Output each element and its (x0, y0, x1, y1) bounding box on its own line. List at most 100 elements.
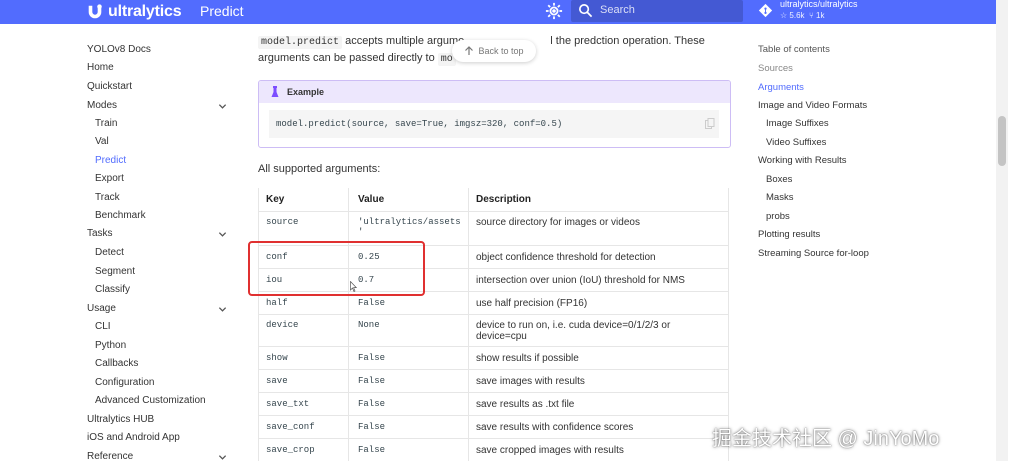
example-code: model.predict(source, save=True, imgsz=3… (276, 119, 563, 129)
intro-code-predict: model.predict (258, 36, 343, 49)
nav-item-export[interactable]: Export (95, 173, 124, 184)
top-header: ultralytics Predict Search ultralytics/u… (0, 0, 996, 24)
mouse-cursor-icon (350, 281, 357, 292)
table-cell-value: None (358, 320, 380, 330)
logo[interactable]: ultralytics (86, 0, 182, 24)
table-cell-description: object confidence threshold for detectio… (476, 252, 656, 263)
nav-item-track[interactable]: Track (95, 192, 120, 203)
nav-item-python[interactable]: Python (95, 340, 126, 351)
toc-item-masks[interactable]: Masks (766, 192, 793, 203)
search-input[interactable]: Search (571, 0, 743, 22)
repo-forks: 1k (816, 11, 825, 20)
nav-item-configuration[interactable]: Configuration (95, 377, 154, 388)
table-cell-description: device to run on, i.e. cuda device=0/1/2… (476, 320, 671, 342)
toc-item-plotting-results[interactable]: Plotting results (758, 229, 820, 240)
table-cell-value: False (358, 445, 386, 455)
table-row: save False save images with results (258, 369, 729, 393)
table-row: device None device to run on, i.e. cuda de… (258, 314, 729, 347)
nav-item-train[interactable]: Train (95, 118, 117, 129)
table-cell-key: device (266, 320, 299, 330)
table-cell-key: half (266, 298, 288, 308)
intro-text-2: arguments can be passed directly to (258, 52, 438, 64)
nav-item-yolov8-docs[interactable]: YOLOv8 Docs (87, 44, 151, 55)
nav-item-usage[interactable]: Usage (87, 303, 116, 314)
page-scrollbar-thumb[interactable] (998, 116, 1006, 166)
repo-name: ultralytics/ultralytics (780, 0, 858, 9)
nav-item-cli[interactable]: CLI (95, 321, 111, 332)
table-header-description: Description (476, 194, 532, 205)
nav-item-home[interactable]: Home (87, 62, 114, 73)
example-title: Example (287, 87, 325, 97)
table-cell-value: False (358, 422, 386, 432)
nav-item-val[interactable]: Val (95, 136, 109, 147)
arguments-table: Key Value Description source 'ultralytics/as… (258, 188, 729, 461)
nav-item-quickstart[interactable]: Quickstart (87, 81, 132, 92)
theme-toggle-icon[interactable] (545, 2, 563, 20)
nav-item-modes[interactable]: Modes (87, 100, 117, 111)
toc-item-arguments[interactable]: Arguments (758, 82, 804, 93)
nav-item-detect[interactable]: Detect (95, 247, 124, 258)
annotation-highlight-box (248, 241, 425, 296)
page-scrollbar-track[interactable] (996, 0, 1008, 461)
nav-item-benchmark[interactable]: Benchmark (95, 210, 146, 221)
copy-icon[interactable] (705, 118, 715, 129)
toc-item-video-suffixes[interactable]: Video Suffixes (766, 137, 826, 148)
toc-item-image-suffixes[interactable]: Image Suffixes (766, 118, 829, 129)
repo-stats: ☆ 5.6k ⑂ 1k (780, 11, 824, 20)
table-cell-description: show results if possible (476, 353, 579, 364)
intro-text-1: accepts multiple argume (342, 35, 465, 47)
table-cell-value: 'ultralytics/assets ' (358, 217, 461, 237)
table-header-value: Value (358, 194, 385, 205)
search-icon (579, 4, 593, 18)
table-cell-value: False (358, 353, 386, 363)
nav-item-reference[interactable]: Reference (87, 451, 133, 462)
example-header[interactable]: Example (259, 81, 730, 103)
intro-text-1b: l the predction operation. These (550, 35, 705, 47)
toc-item-streaming-source-for-loop[interactable]: Streaming Source for-loop (758, 248, 869, 259)
toc-item-probs[interactable]: probs (766, 211, 790, 222)
table-cell-value: False (358, 298, 386, 308)
table-row: save_crop False save cropped images with r… (258, 438, 729, 462)
nav-item-callbacks[interactable]: Callbacks (95, 358, 138, 369)
toc-item-boxes[interactable]: Boxes (766, 174, 792, 185)
table-row: save_conf False save results with confiden… (258, 415, 729, 439)
toc-title: Table of contents (758, 44, 830, 55)
example-admonition: Example model.predict(source, save=True,… (258, 80, 731, 148)
supported-arguments-label: All supported arguments: (258, 163, 381, 175)
chevron-down-icon[interactable] (218, 230, 227, 239)
chevron-down-icon[interactable] (218, 102, 227, 111)
nav-item-segment[interactable]: Segment (95, 266, 135, 277)
nav-item-classify[interactable]: Classify (95, 284, 130, 295)
header-page-title: Predict (200, 3, 244, 19)
fork-icon: ⑂ (806, 11, 814, 20)
star-icon: ☆ (780, 11, 788, 20)
table-cell-key: source (266, 217, 299, 227)
table-cell-description: save cropped images with results (476, 445, 624, 456)
toc-item-working-with-results[interactable]: Working with Results (758, 155, 847, 166)
toc-item-sources[interactable]: Sources (758, 63, 793, 74)
table-cell-description: save images with results (476, 376, 585, 387)
table-cell-key: show (266, 353, 288, 363)
example-code-block: model.predict(source, save=True, imgsz=3… (269, 110, 719, 138)
table-cell-key: save_txt (266, 399, 310, 409)
flask-icon (271, 86, 279, 97)
table-cell-key: save_crop (266, 445, 315, 455)
table-header-key: Key (266, 194, 285, 205)
repo-stars: 5.6k (789, 11, 805, 20)
chevron-down-icon[interactable] (218, 305, 227, 314)
nav-item-predict[interactable]: Predict (95, 155, 126, 166)
search-placeholder: Search (600, 4, 635, 16)
logo-text: ultralytics (108, 3, 182, 20)
table-cell-description: intersection over union (IoU) threshold … (476, 275, 685, 286)
ultralytics-logo-icon (88, 4, 102, 19)
nav-item-tasks[interactable]: Tasks (87, 228, 113, 239)
table-cell-description: save results as .txt file (476, 399, 575, 410)
back-to-top-button[interactable]: Back to top (452, 40, 536, 62)
toc-item-image-and-video-formats[interactable]: Image and Video Formats (758, 100, 867, 111)
nav-item-advanced-customization[interactable]: Advanced Customization (95, 395, 206, 406)
nav-item-ios-and-android-app[interactable]: iOS and Android App (87, 432, 180, 443)
watermark: 掘金技术社区 @ JinYoMo (712, 428, 940, 450)
table-cell-key: save (266, 376, 288, 386)
table-cell-description: use half precision (FP16) (476, 298, 588, 309)
nav-item-ultralytics-hub[interactable]: Ultralytics HUB (87, 414, 154, 425)
